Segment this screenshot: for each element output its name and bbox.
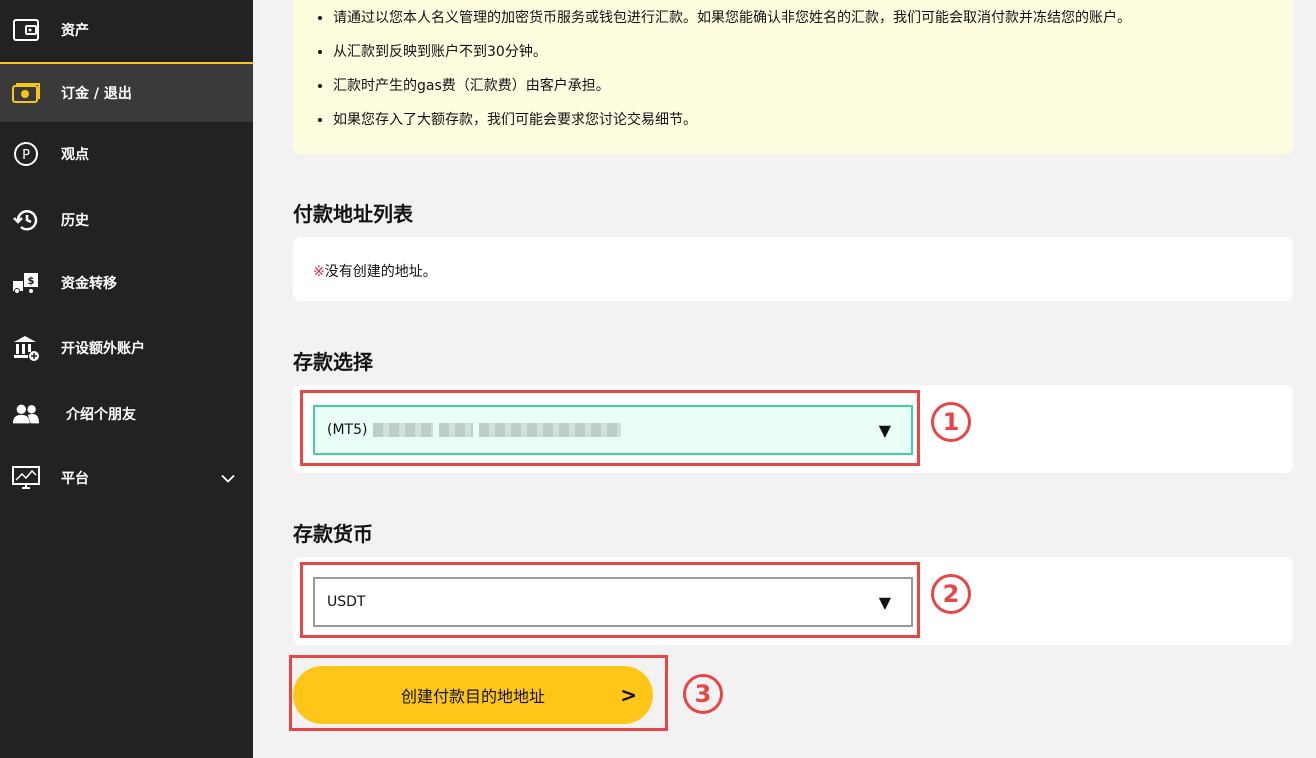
sidebar-item-label: 开设额外账户 [61,341,145,357]
users-icon [12,400,40,428]
sidebar-item-assets[interactable]: 资产 [0,0,253,60]
notice-item: 从汇款到反映到账户不到30分钟。 [333,42,1273,62]
sidebar-item-label: 观点 [61,147,89,163]
sidebar-item-label: 资产 [61,23,89,39]
sidebar-item-fund-transfer[interactable]: $ 资金转移 [0,253,253,313]
sidebar-item-label: 平台 [61,471,89,487]
sidebar-item-deposit-withdraw[interactable]: 订金 / 退出 [0,62,253,122]
bank-icon [12,334,40,362]
wallet-icon [12,16,40,44]
sidebar-item-platform[interactable]: 平台 [0,448,253,508]
sidebar-item-label: 订金 / 退出 [61,86,132,102]
svg-text:P: P [22,148,30,163]
currency-select-title: 存款货币 [293,522,373,546]
highlight-box [289,655,668,731]
cash-icon [12,79,40,107]
sidebar-item-label: 历史 [61,213,89,229]
step-number-badge: 1 [931,402,971,442]
monitor-icon [12,464,40,492]
notice-item: 汇款时产生的gas费（汇款费）由客户承担。 [333,76,1273,96]
sidebar-item-label: 介绍个朋友 [66,407,136,423]
step-number-badge: 3 [683,674,723,714]
highlight-box [300,562,920,638]
points-icon: P [12,140,40,168]
address-list-card: ※没有创建的地址。 [293,237,1293,301]
sidebar-item-label: 资金转移 [61,276,117,292]
sidebar-item-history[interactable]: 历史 [0,190,253,250]
note-mark: ※ [313,264,325,280]
transfer-icon: $ [12,269,40,297]
notice-item: 如果您存入了大额存款，我们可能会要求您讨论交易细节。 [333,110,1273,130]
notice-item: 请通过以您本人名义管理的加密货币服务或钱包进行汇款。如果您能确认非您姓名的汇款，… [333,8,1273,28]
history-icon [12,206,40,234]
sidebar-item-open-account[interactable]: 开设额外账户 [0,318,253,378]
empty-address-message: ※没有创建的地址。 [313,261,437,281]
address-list-title: 付款地址列表 [293,202,413,226]
empty-address-text: 没有创建的地址。 [324,264,437,280]
chevron-down-icon[interactable] [220,469,236,488]
step-number-badge: 2 [931,574,971,614]
highlight-box [300,390,920,466]
svg-text:$: $ [28,276,35,287]
sidebar: 资产 订金 / 退出 P 观点 历史 $ 资金转移 开设额外账户 介绍个朋友 平… [0,0,253,758]
main-content: 请通过以您本人名义管理的加密货币服务或钱包进行汇款。如果您能确认非您姓名的汇款，… [253,0,1316,758]
sidebar-item-refer-friend[interactable]: 介绍个朋友 [0,384,253,444]
deposit-select-title: 存款选择 [293,350,373,374]
notice-box: 请通过以您本人名义管理的加密货币服务或钱包进行汇款。如果您能确认非您姓名的汇款，… [293,0,1293,154]
sidebar-item-points[interactable]: P 观点 [0,124,253,184]
notice-list: 请通过以您本人名义管理的加密货币服务或钱包进行汇款。如果您能确认非您姓名的汇款，… [333,8,1273,130]
